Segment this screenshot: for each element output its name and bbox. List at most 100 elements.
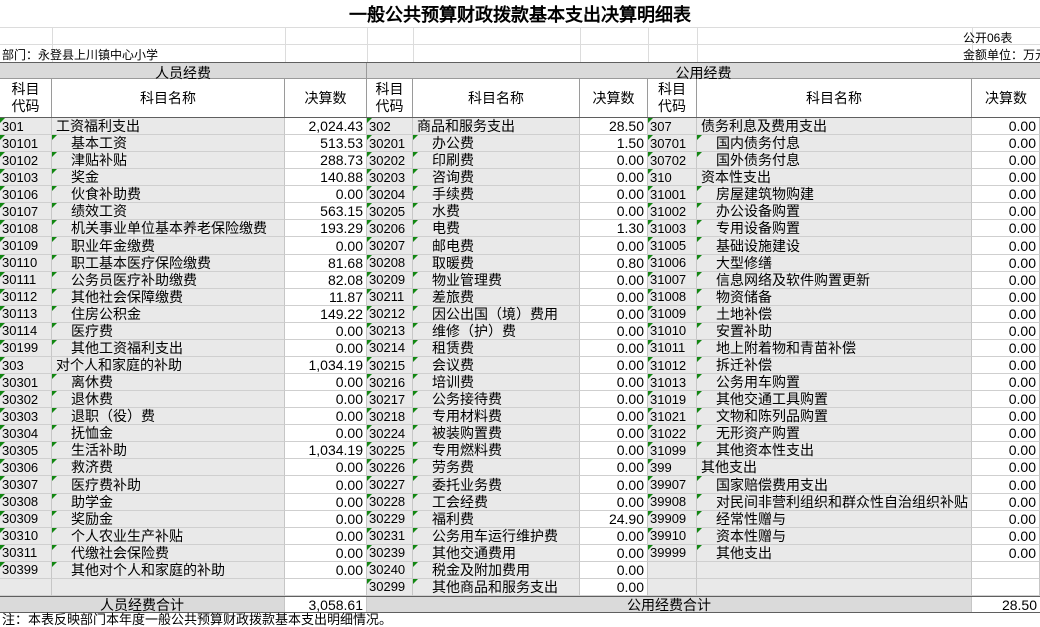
public-b-code-cell[interactable]: 31001 [648,186,697,203]
public-b-code-cell[interactable]: 31008 [648,289,697,306]
public-a-name-header[interactable]: 科目名称 [413,79,580,117]
public-b-name-cell[interactable]: 信息网络及软件购置更新 [697,272,972,289]
public-a-code-cell[interactable]: 30239 [367,545,413,562]
public-a-value-cell[interactable]: 0.00 [580,169,648,186]
personnel-value-cell[interactable]: 0.00 [285,408,367,425]
public-a-value-cell[interactable]: 0.00 [580,289,648,306]
personnel-value-cell[interactable]: 2,024.43 [285,118,367,135]
personnel-code-cell[interactable] [0,579,52,596]
public-a-name-cell[interactable]: 其他交通费用 [413,545,580,562]
public-a-value-cell[interactable]: 24.90 [580,511,648,528]
public-b-name-cell[interactable]: 办公设备购置 [697,203,972,220]
public-b-value-cell[interactable]: 0.00 [972,340,1040,357]
public-b-value-cell[interactable]: 0.00 [972,408,1040,425]
public-b-code-cell[interactable]: 39999 [648,545,697,562]
personnel-value-cell[interactable]: 82.08 [285,272,367,289]
personnel-code-cell[interactable]: 30107 [0,203,52,220]
public-b-code-cell[interactable]: 31019 [648,391,697,408]
personnel-value-cell[interactable]: 0.00 [285,425,367,442]
public-a-name-cell[interactable]: 专用材料费 [413,408,580,425]
public-b-value-cell[interactable]: 0.00 [972,391,1040,408]
personnel-name-cell[interactable]: 医疗费补助 [52,476,285,493]
public-b-name-cell[interactable] [697,579,972,596]
personnel-code-cell[interactable]: 30307 [0,476,52,493]
public-b-name-cell[interactable]: 经常性赠与 [697,511,972,528]
public-a-name-cell[interactable]: 工会经费 [413,494,580,511]
public-a-code-cell[interactable]: 30201 [367,135,413,152]
personnel-code-cell[interactable]: 30308 [0,494,52,511]
personnel-code-cell[interactable]: 30110 [0,255,52,272]
public-b-value-cell[interactable]: 0.00 [972,272,1040,289]
public-a-code-cell[interactable]: 30228 [367,494,413,511]
public-b-code-cell[interactable]: 31099 [648,442,697,459]
public-a-name-cell[interactable]: 办公费 [413,135,580,152]
personnel-value-cell[interactable]: 0.00 [285,323,367,340]
public-b-name-cell[interactable]: 债务利息及费用支出 [697,118,972,135]
public-a-code-cell[interactable]: 30226 [367,459,413,476]
public-b-code-cell[interactable]: 31006 [648,255,697,272]
public-a-code-cell[interactable]: 30207 [367,237,413,254]
public-a-code-cell[interactable]: 302 [367,118,413,135]
public-b-code-cell[interactable]: 39909 [648,511,697,528]
personnel-name-cell[interactable]: 住房公积金 [52,306,285,323]
public-b-value-cell[interactable]: 0.00 [972,357,1040,374]
personnel-code-cell[interactable]: 30309 [0,511,52,528]
personnel-value-cell[interactable]: 0.00 [285,545,367,562]
public-a-value-cell[interactable]: 0.00 [580,545,648,562]
public-b-name-cell[interactable]: 拆迁补偿 [697,357,972,374]
public-a-name-cell[interactable]: 劳务费 [413,459,580,476]
public-b-value-cell[interactable]: 0.00 [972,511,1040,528]
personnel-value-cell[interactable]: 0.00 [285,237,367,254]
public-a-code-cell[interactable]: 30214 [367,340,413,357]
public-b-name-cell[interactable] [697,562,972,579]
public-a-name-cell[interactable]: 咨询费 [413,169,580,186]
public-a-value-cell[interactable]: 0.00 [580,459,648,476]
public-b-code-cell[interactable]: 31021 [648,408,697,425]
public-b-name-cell[interactable]: 其他支出 [697,545,972,562]
public-b-code-cell[interactable]: 310 [648,169,697,186]
public-a-name-cell[interactable]: 福利费 [413,511,580,528]
personnel-code-header[interactable]: 科目代码 [0,79,52,117]
public-b-code-cell[interactable]: 31022 [648,425,697,442]
public-b-name-cell[interactable]: 其他资本性支出 [697,442,972,459]
personnel-value-cell[interactable]: 193.29 [285,220,367,237]
public-b-value-cell[interactable]: 0.00 [972,203,1040,220]
public-b-name-cell[interactable]: 基础设施建设 [697,237,972,254]
public-b-code-cell[interactable]: 30701 [648,135,697,152]
public-a-value-cell[interactable]: 0.00 [580,203,648,220]
personnel-name-cell[interactable]: 职业年金缴费 [52,237,285,254]
personnel-code-cell[interactable]: 30310 [0,528,52,545]
personnel-name-cell[interactable]: 抚恤金 [52,425,285,442]
public-a-value-cell[interactable]: 0.00 [580,476,648,493]
public-b-name-cell[interactable]: 房屋建筑物购建 [697,186,972,203]
personnel-value-cell[interactable]: 563.15 [285,203,367,220]
personnel-code-cell[interactable]: 30304 [0,425,52,442]
public-b-code-cell[interactable]: 39907 [648,476,697,493]
personnel-value-cell[interactable]: 11.87 [285,289,367,306]
public-a-value-cell[interactable]: 0.00 [580,152,648,169]
public-b-value-cell[interactable]: 0.00 [972,425,1040,442]
public-a-code-cell[interactable]: 30211 [367,289,413,306]
personnel-code-cell[interactable]: 30301 [0,374,52,391]
personnel-value-cell[interactable]: 149.22 [285,306,367,323]
personnel-name-cell[interactable]: 其他工资福利支出 [52,340,285,357]
public-b-value-cell[interactable]: 0.00 [972,220,1040,237]
public-a-code-cell[interactable]: 30231 [367,528,413,545]
public-a-code-cell[interactable]: 30218 [367,408,413,425]
personnel-name-cell[interactable]: 退职（役）费 [52,408,285,425]
personnel-code-cell[interactable]: 30112 [0,289,52,306]
personnel-code-cell[interactable]: 303 [0,357,52,374]
public-b-name-cell[interactable]: 资本性支出 [697,169,972,186]
personnel-name-cell[interactable]: 奖励金 [52,511,285,528]
public-b-value-cell[interactable]: 0.00 [972,237,1040,254]
public-b-name-cell[interactable]: 土地补偿 [697,306,972,323]
public-b-code-cell[interactable]: 31013 [648,374,697,391]
personnel-value-cell[interactable]: 0.00 [285,562,367,579]
public-a-code-cell[interactable]: 30209 [367,272,413,289]
public-b-value-cell[interactable] [972,562,1040,579]
personnel-name-cell[interactable]: 生活补助 [52,442,285,459]
public-b-code-cell[interactable]: 399 [648,459,697,476]
public-b-value-cell[interactable]: 0.00 [972,152,1040,169]
personnel-value-cell[interactable]: 513.53 [285,135,367,152]
public-b-value-cell[interactable]: 0.00 [972,459,1040,476]
